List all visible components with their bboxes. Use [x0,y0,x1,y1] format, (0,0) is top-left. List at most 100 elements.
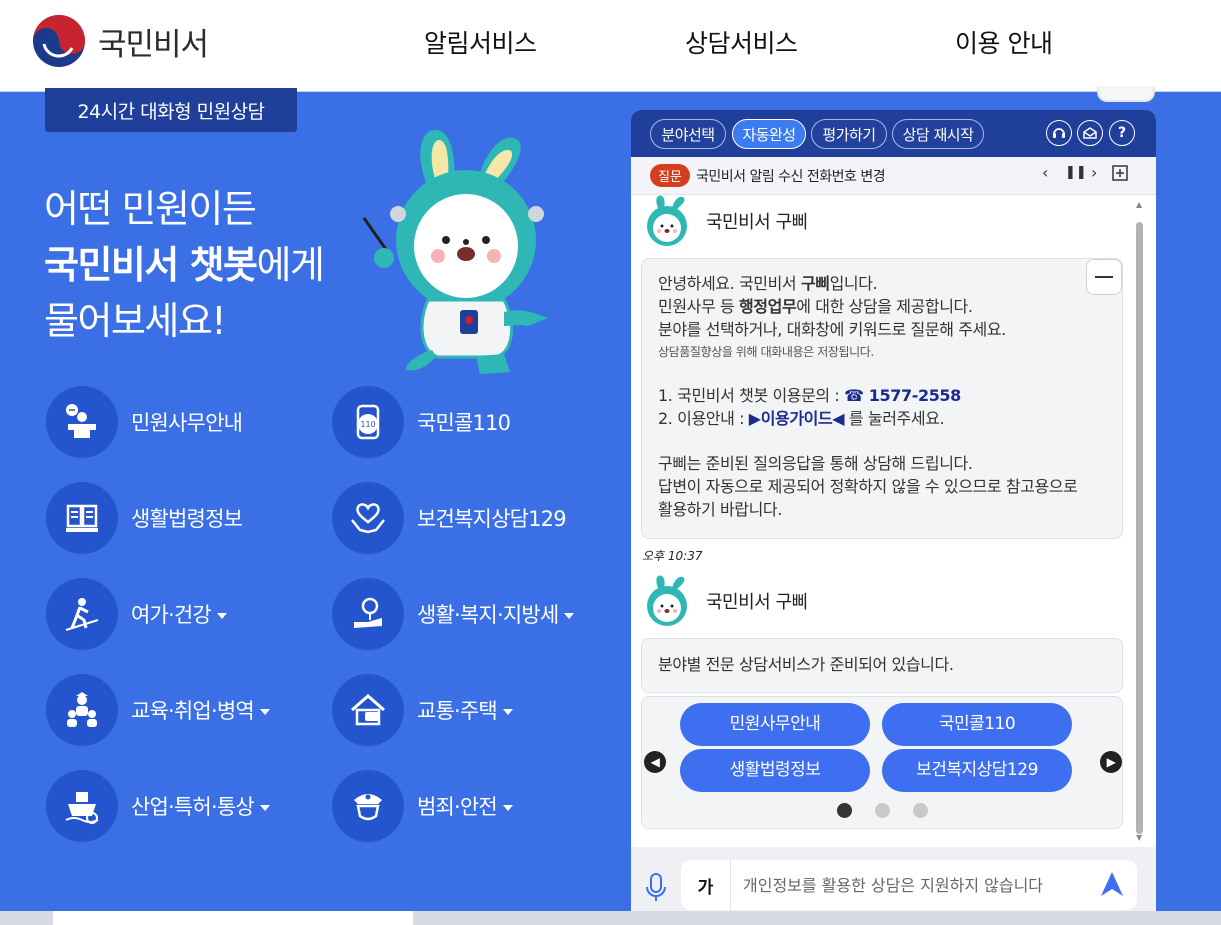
service-label: 교통·주택 [417,695,513,725]
service-label: 산업·특허·통상 [131,791,270,821]
hero-suffix: 에게 [256,243,325,287]
bot-message-welcome: 안녕하세요. 국민비서 구삐입니다. 민원사무 등 행정업무에 대한 상담을 제… [641,258,1123,539]
chevron-down-icon [502,709,513,715]
taskbar-window[interactable] [53,911,413,925]
desk-icon [46,386,118,458]
send-icon[interactable] [1099,870,1125,902]
bot-header: 국민비서 구삐 [640,574,808,628]
tab-evaluate[interactable]: 평가하기 [811,119,887,149]
input-mode-toggle[interactable]: 가 [681,860,731,910]
service-traffic-housing[interactable]: 교통·주택 [332,674,513,746]
chevron-down-icon [502,805,513,811]
mail-icon[interactable] [1077,120,1103,146]
mascot-rabbit-image [362,129,548,374]
tab-autocomplete[interactable]: 자동완성 [732,119,806,149]
service-leisure-health[interactable]: 여가·건강 [46,578,227,650]
hero-line-2: 국민비서 챗봇에게 [44,234,325,289]
nav-usage-guide[interactable]: 이용 안내 [955,24,1053,60]
service-label: 생활·복지·지방세 [417,599,575,629]
svg-text:110: 110 [360,420,375,429]
quick-reply-button[interactable]: 국민콜110 [882,703,1072,746]
service-label: 국민콜110 [417,411,511,435]
bot-avatar-icon [647,575,687,626]
service-education-job-military[interactable]: 교육·취업·병역 [46,674,270,746]
usage-guide-link[interactable]: ▶이용가이드◀ [749,409,845,428]
ship-icon [46,770,118,842]
service-110-call[interactable]: 110 국민콜110 [332,386,511,458]
bot-name: 국민비서 구삐 [706,212,808,233]
phone-number-link[interactable]: ☎ 1577-2558 [844,386,961,405]
service-label: 교육·취업·병역 [131,695,270,725]
logo-text: 국민비서 [98,26,209,63]
carousel-prev-icon[interactable]: ◀ [644,751,666,773]
service-tag: 24시간 대화형 민원상담 [45,88,297,132]
bot-header: 국민비서 구삐 [640,194,808,248]
service-living-law[interactable]: 생활법령정보 [46,482,243,554]
service-label: 생활법령정보 [131,507,243,531]
police-icon [332,770,404,842]
chevron-down-icon [564,613,575,619]
question-bar[interactable]: 질문 국민비서 알림 수신 전화번호 변경 ‹ ❚❚ › [631,157,1156,195]
phone-110-icon: 110 [332,386,404,458]
msg-note: 상담품질향상을 위해 대화내용은 저장됩니다. [658,345,874,359]
headset-icon[interactable] [1046,120,1072,146]
bot-avatar-icon [647,195,687,246]
service-label: 여가·건강 [131,599,227,629]
service-welfare-129[interactable]: 보건복지상담129 [332,482,567,554]
service-label: 보건복지상담129 [417,507,567,531]
question-text[interactable]: 국민비서 알림 수신 전화번호 변경 [696,166,886,186]
bot-message-services: 분야별 전문 상담서비스가 준비되어 있습니다. [641,638,1123,693]
quick-reply-button[interactable]: 보건복지상담129 [882,749,1072,792]
microphone-icon[interactable] [645,873,667,907]
service-label: 민원사무안내 [131,411,243,435]
service-crime-safety[interactable]: 범죄·안전 [332,770,513,842]
quick-reply-carousel: ◀ 민원사무안내 국민콜110 생활법령정보 보건복지상담129 ▶ [641,696,1123,829]
msg-line: 1. 국민비서 챗봇 이용문의 : ☎ 1577-2558 [658,386,961,405]
help-icon[interactable]: ? [1109,120,1135,146]
msg-line: 분야를 선택하거나, 대화창에 키워드로 질문해 주세요. [658,320,1006,339]
bot-name: 국민비서 구삐 [706,592,808,613]
carousel-next-icon[interactable]: ▶ [1100,751,1122,773]
collapse-button[interactable] [1086,259,1122,295]
msg-line: 민원사무 등 행정업무에 대한 상담을 제공합니다. [658,297,973,316]
carousel-dot[interactable] [913,803,928,818]
floating-tab[interactable] [1097,86,1155,102]
book-icon [46,482,118,554]
chat-input[interactable] [743,870,1073,900]
expand-icon[interactable] [1112,165,1128,185]
welfare-icon [332,578,404,650]
chevron-down-icon [259,805,270,811]
prev-icon[interactable]: ‹ [1042,163,1048,182]
hiking-icon [46,578,118,650]
tab-field-select[interactable]: 분야선택 [650,119,726,149]
service-label: 범죄·안전 [417,791,513,821]
heart-hands-icon [332,482,404,554]
chat-input-box: 가 [681,860,1137,910]
top-header: 국민비서 알림서비스 상담서비스 이용 안내 [0,0,1221,92]
service-living-welfare-tax[interactable]: 생활·복지·지방세 [332,578,575,650]
logo[interactable]: 국민비서 [32,14,209,68]
chevron-down-icon [259,709,270,715]
house-icon [332,674,404,746]
msg-line: 활용하기 바랍니다. [658,500,782,519]
next-icon[interactable]: › [1091,163,1097,182]
msg-line: 답변이 자동으로 제공되어 정확하지 않을 수 있으므로 참고용으로 [658,477,1078,496]
nav-alert-service[interactable]: 알림서비스 [424,24,537,60]
service-civil-affairs[interactable]: 민원사무안내 [46,386,243,458]
carousel-dot[interactable] [837,803,852,818]
quick-reply-button[interactable]: 생활법령정보 [680,749,870,792]
nav-consult-service[interactable]: 상담서비스 [685,24,798,60]
quick-reply-button[interactable]: 민원사무안내 [680,703,870,746]
hero-line-1: 어떤 민원이든 [44,187,257,231]
hero-line-3: 물어보세요! [44,299,227,343]
carousel-dot[interactable] [875,803,890,818]
msg-line: 구삐는 준비된 질의응답을 통해 상담해 드립니다. [658,454,973,473]
msg-line: 2. 이용안내 : ▶이용가이드◀ 를 눌러주세요. [658,409,945,428]
chat-input-row: 가 [631,847,1156,912]
chevron-down-icon [216,613,227,619]
tab-restart[interactable]: 상담 재시작 [892,119,984,149]
service-industry-patent-trade[interactable]: 산업·특허·통상 [46,770,270,842]
hero-bold: 국민비서 챗봇 [44,243,258,287]
chat-scrollbar-thumb[interactable] [1136,222,1143,834]
pause-icon[interactable]: ❚❚ [1065,165,1087,180]
